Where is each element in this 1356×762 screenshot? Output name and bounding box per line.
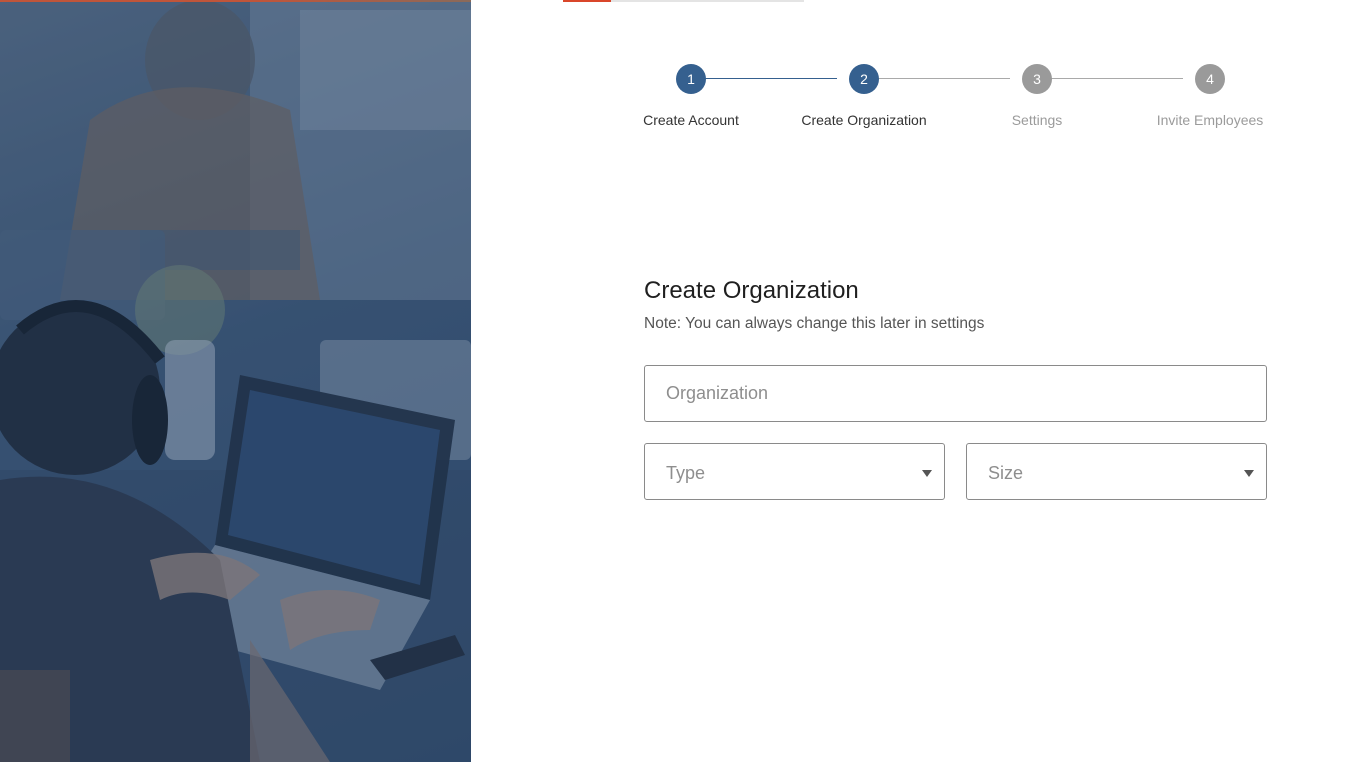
hero-top-accent bbox=[0, 0, 471, 2]
hero-overlay bbox=[0, 0, 471, 762]
step-label: Invite Employees bbox=[1156, 112, 1264, 128]
step-label: Settings bbox=[1011, 112, 1063, 128]
form-note: Note: You can always change this later i… bbox=[644, 315, 985, 332]
organization-input[interactable] bbox=[645, 366, 1266, 421]
step-invite-employees[interactable]: 4 Invite Employees bbox=[1140, 64, 1280, 128]
size-select[interactable]: Size bbox=[966, 443, 1267, 500]
hero-image bbox=[0, 0, 471, 762]
chevron-down-icon bbox=[1244, 470, 1254, 477]
step-settings[interactable]: 3 Settings bbox=[967, 64, 1107, 128]
top-progress-fill bbox=[563, 0, 612, 2]
step-number: 1 bbox=[676, 64, 706, 94]
type-select[interactable]: Type bbox=[644, 443, 945, 500]
step-number: 4 bbox=[1195, 64, 1225, 94]
chevron-down-icon bbox=[922, 470, 932, 477]
organization-field[interactable] bbox=[644, 365, 1267, 422]
top-progress-bar bbox=[563, 0, 804, 2]
step-number: 3 bbox=[1022, 64, 1052, 94]
step-create-account[interactable]: 1 Create Account bbox=[621, 64, 761, 128]
type-select-label: Type bbox=[666, 463, 706, 483]
step-number: 2 bbox=[849, 64, 879, 94]
onboarding-stepper: 1 Create Account 2 Create Organization 3… bbox=[643, 64, 1266, 134]
step-create-organization[interactable]: 2 Create Organization bbox=[794, 64, 934, 128]
size-select-label: Size bbox=[988, 463, 1024, 483]
form-title: Create Organization bbox=[644, 277, 859, 304]
step-label: Create Organization bbox=[801, 112, 927, 128]
step-label: Create Account bbox=[643, 112, 739, 128]
